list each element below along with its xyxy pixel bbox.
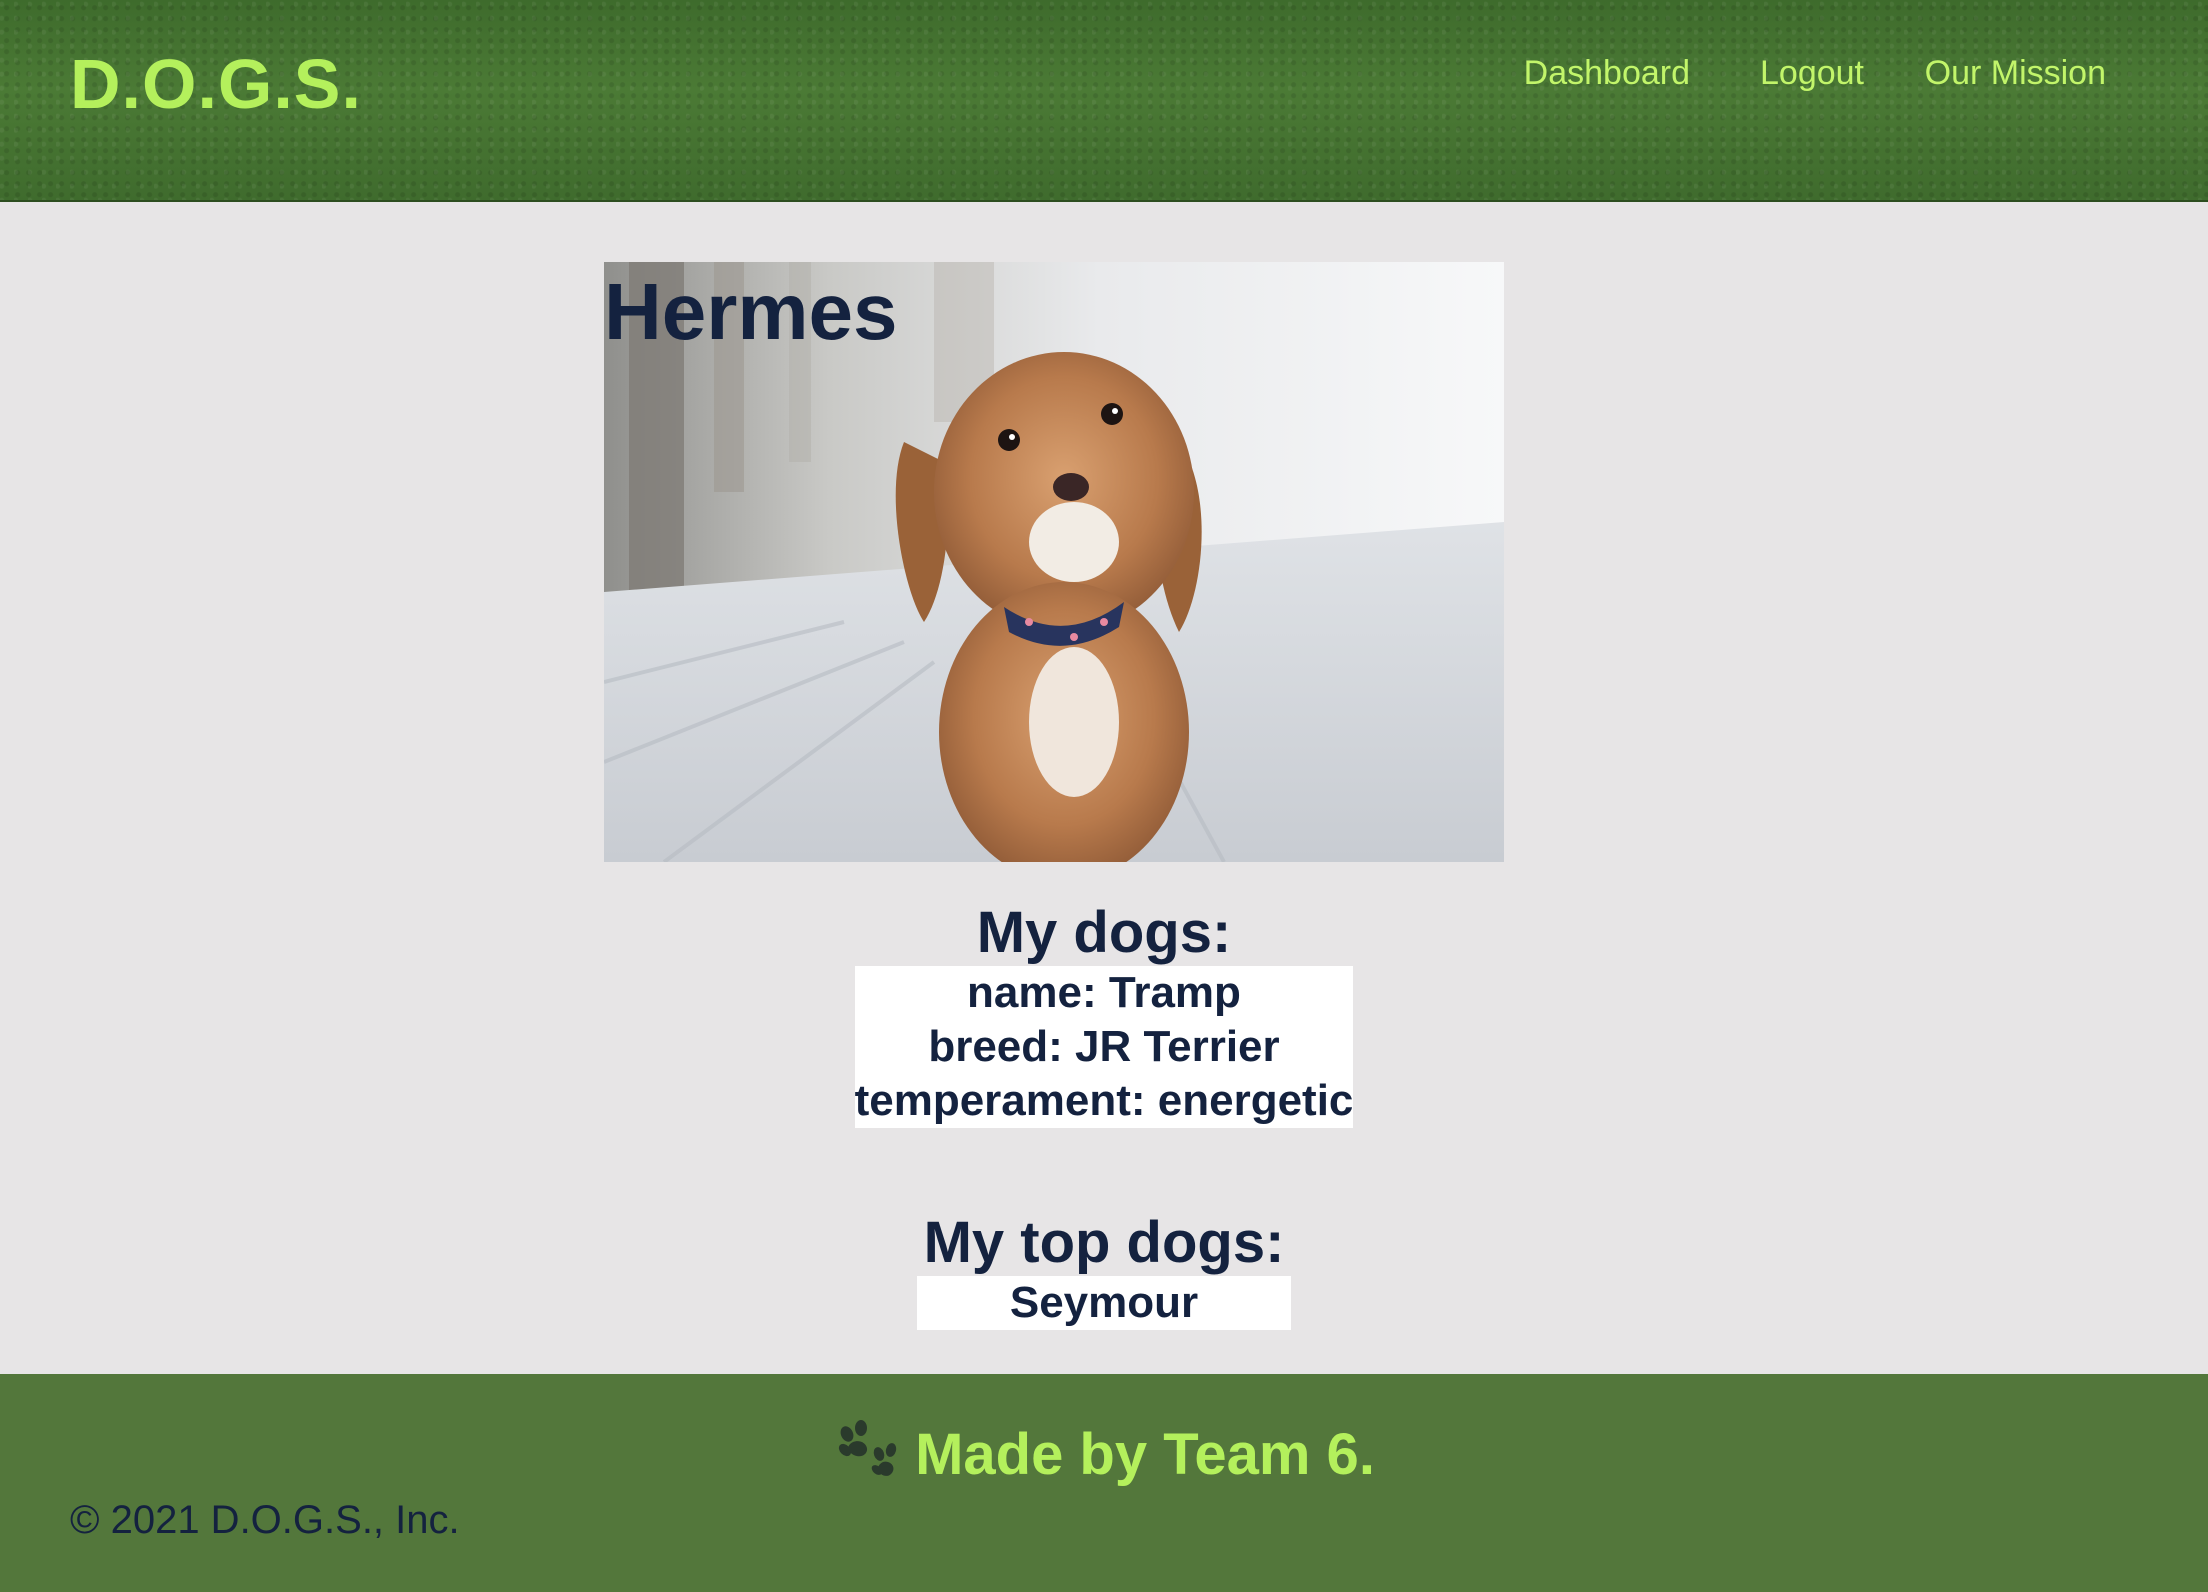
- made-by-text: Made by Team 6.: [915, 1422, 1375, 1487]
- site-footer: Made by Team 6. © 2021 D.O.G.S., Inc.: [0, 1374, 2208, 1592]
- copyright-text: © 2021 D.O.G.S., Inc.: [70, 1498, 460, 1542]
- profile-name: Hermes: [604, 267, 898, 356]
- nav-dashboard[interactable]: Dashboard: [1524, 54, 1690, 93]
- profile-hero: Hermes: [604, 262, 1504, 862]
- top-dog-card[interactable]: Seymour: [917, 1276, 1291, 1330]
- dog-card[interactable]: name: Tramp breed: JR Terrier temperamen…: [854, 966, 1354, 1128]
- dog-breed: breed: JR Terrier: [928, 1022, 1280, 1071]
- paw-icon: [833, 1420, 899, 1494]
- site-header: D.O.G.S. Dashboard Logout Our Mission: [0, 0, 2208, 202]
- dog-temperament: temperament: energetic: [854, 1076, 1354, 1125]
- dog-name: name: Tramp: [967, 968, 1241, 1017]
- site-logo[interactable]: D.O.G.S.: [70, 44, 362, 124]
- nav-our-mission[interactable]: Our Mission: [1925, 54, 2106, 93]
- top-dog-name: Seymour: [1009, 1278, 1199, 1327]
- top-dogs-section: My top dogs: Seymour: [0, 1210, 2208, 1330]
- my-dogs-section: My dogs: name: Tramp breed: JR Terrier t…: [0, 900, 2208, 1128]
- profile-main: Hermes My dogs: name: Tramp breed: JR Te…: [0, 202, 2208, 1374]
- top-dogs-title: My top dogs:: [923, 1210, 1285, 1275]
- my-dogs-title: My dogs:: [976, 900, 1232, 965]
- made-by-line: Made by Team 6.: [0, 1420, 2208, 1494]
- nav-logout[interactable]: Logout: [1760, 54, 1864, 93]
